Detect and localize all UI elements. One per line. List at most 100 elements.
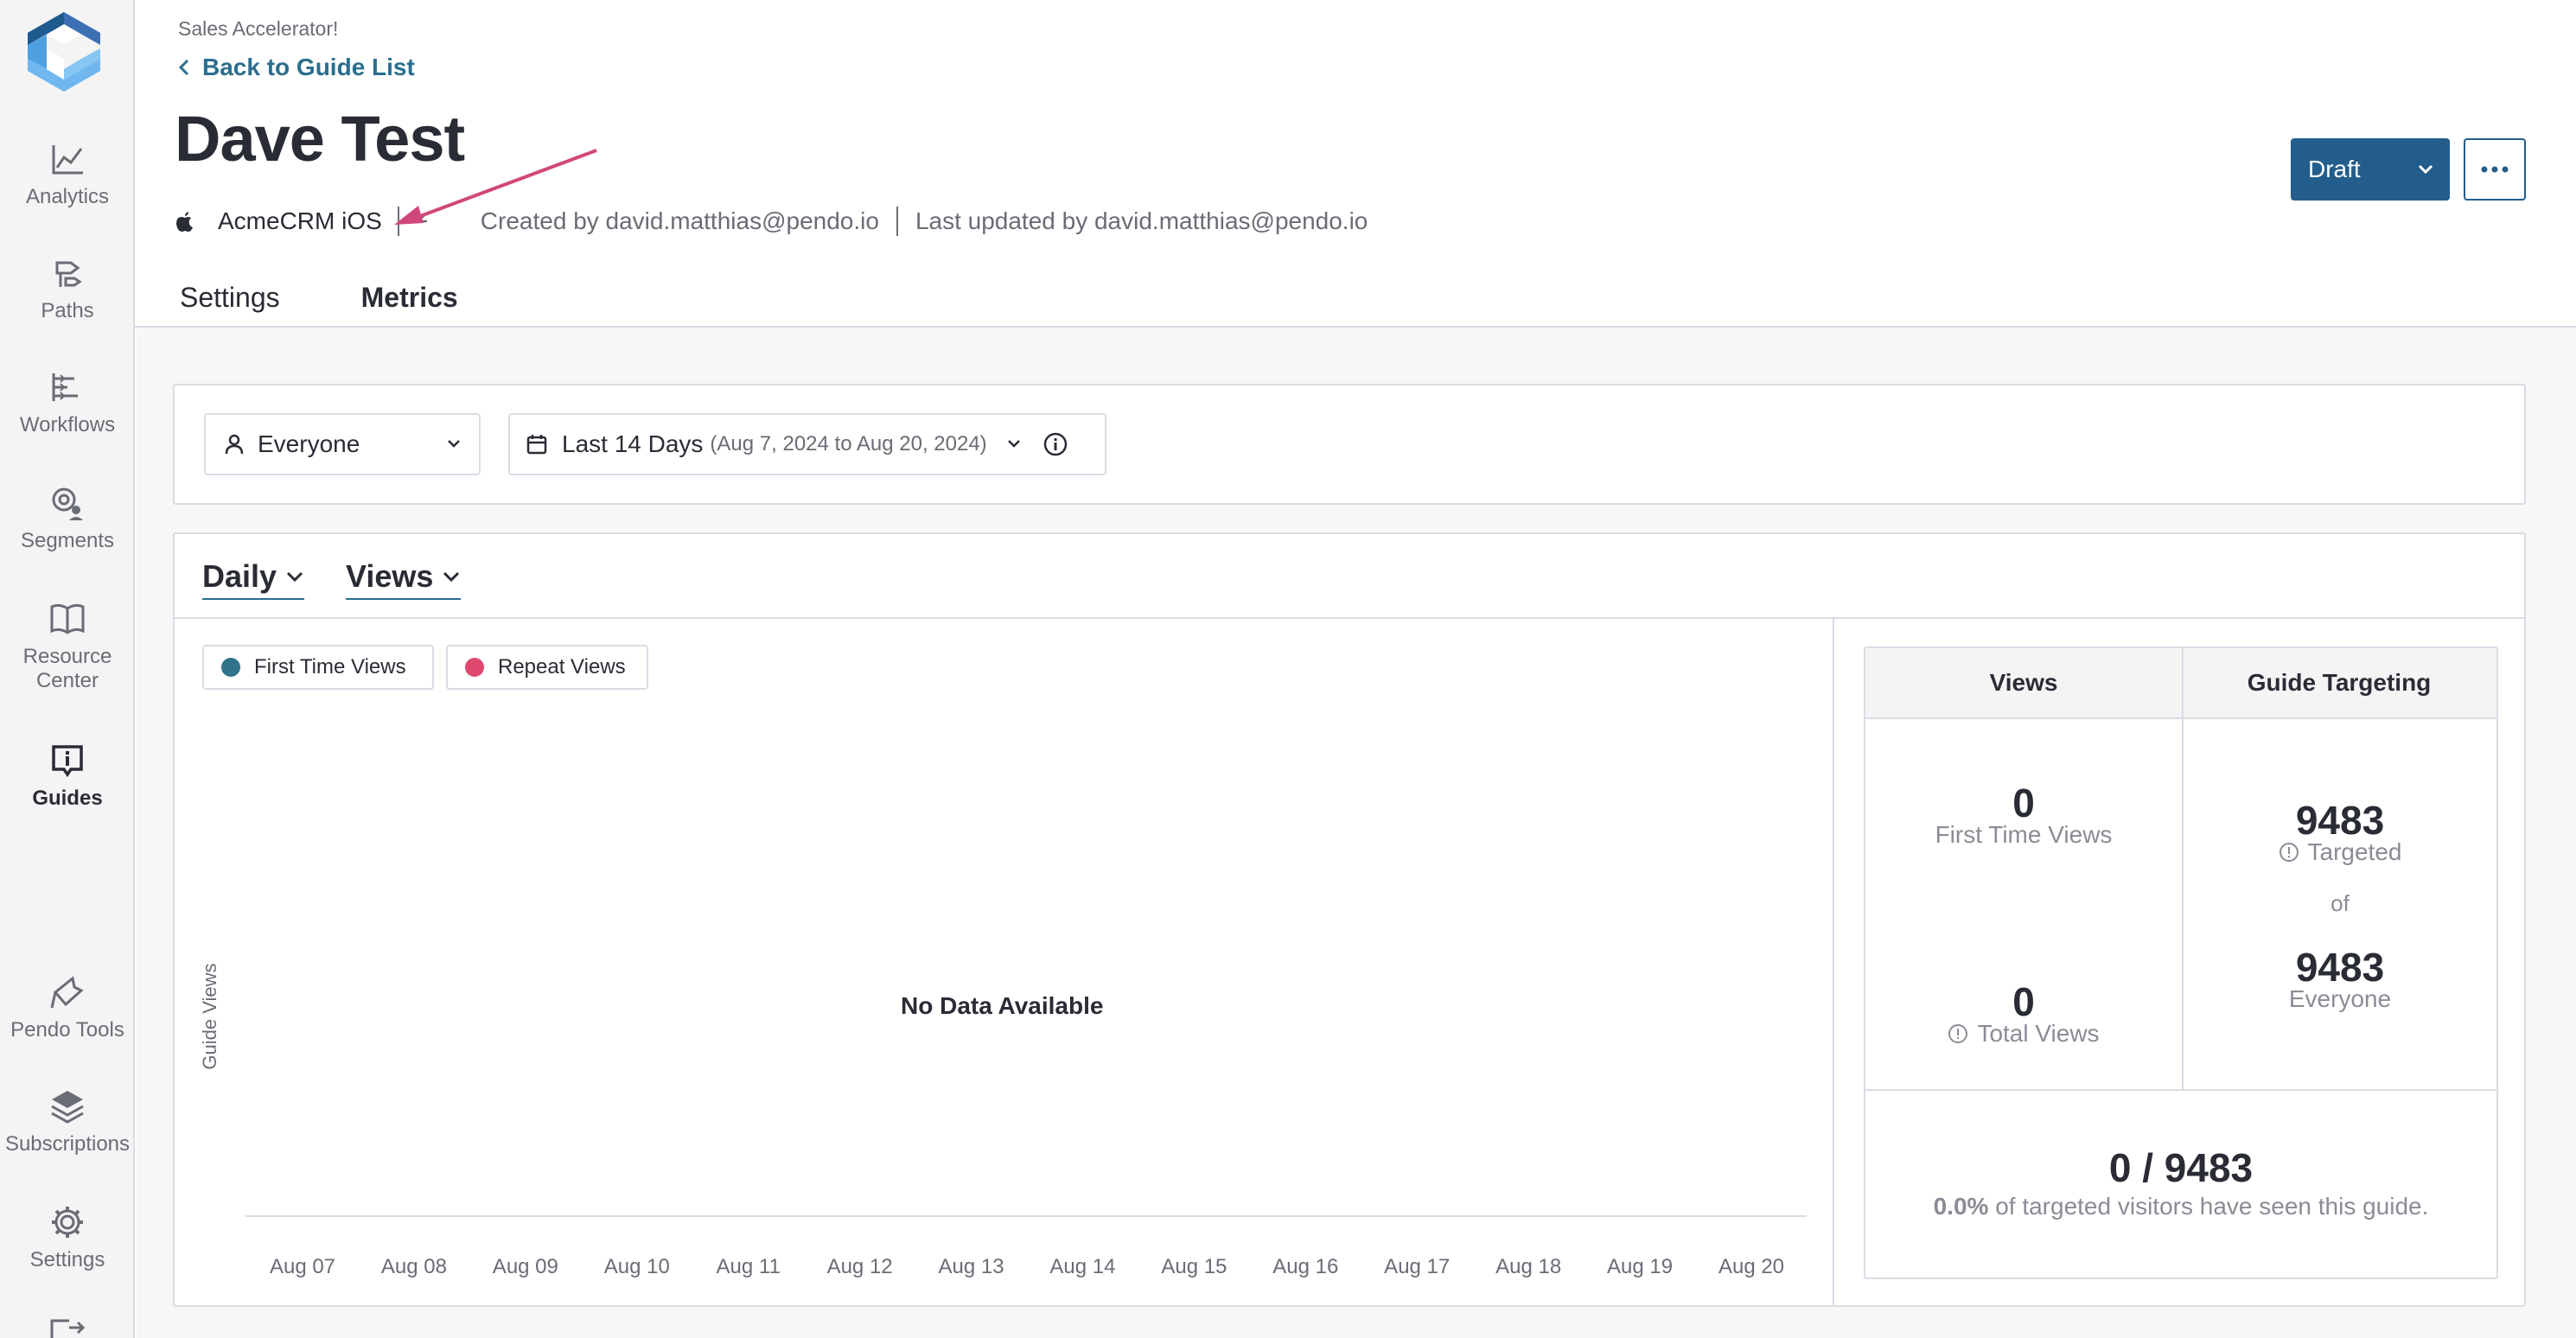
total-views-label: Total Views bbox=[1865, 1020, 2182, 1048]
legend-repeat-views[interactable]: Repeat Views bbox=[446, 645, 648, 690]
x-tick-label: Aug 10 bbox=[603, 1255, 670, 1278]
measure-label: Views bbox=[346, 558, 434, 594]
of-label: of bbox=[2331, 890, 2350, 916]
back-to-guide-list-link[interactable]: Back to Guide List bbox=[178, 54, 415, 81]
x-tick-label: Aug 16 bbox=[1272, 1255, 1339, 1278]
segment-value: Everyone bbox=[258, 430, 360, 457]
first-time-views-value: 0 bbox=[2012, 780, 2035, 825]
info-icon[interactable] bbox=[1948, 1023, 1968, 1044]
divider bbox=[397, 207, 399, 236]
views-column-header: Views bbox=[1865, 648, 2182, 719]
info-icon[interactable] bbox=[2279, 842, 2299, 863]
tab-metrics[interactable]: Metrics bbox=[359, 277, 460, 333]
views-chart: First Time Views Repeat Views Guide View… bbox=[175, 619, 1834, 1305]
targeted-value: 9483 bbox=[2295, 798, 2385, 843]
sidebar-item-label: Guides bbox=[32, 787, 103, 810]
sidebar-item-resource-center[interactable]: Resource Center bbox=[0, 600, 135, 693]
everyone-label: Everyone bbox=[2288, 985, 2392, 1012]
more-options-button[interactable] bbox=[2464, 138, 2526, 201]
first-time-views-label: First Time Views bbox=[1935, 821, 2113, 848]
tab-settings[interactable]: Settings bbox=[178, 277, 282, 333]
layers-icon bbox=[51, 1091, 84, 1124]
legend-label: First Time Views bbox=[254, 655, 406, 679]
paths-icon bbox=[55, 261, 82, 287]
guides-icon bbox=[52, 745, 83, 778]
x-tick-label: Aug 15 bbox=[1161, 1255, 1227, 1278]
segment-select[interactable]: Everyone bbox=[204, 413, 481, 475]
sidebar-item-segments[interactable]: Segments bbox=[0, 484, 135, 553]
sidebar-item-guides[interactable]: Guides bbox=[0, 742, 135, 811]
x-tick-label: Aug 13 bbox=[938, 1255, 1004, 1278]
legend-dot bbox=[465, 658, 484, 677]
measure-dropdown[interactable]: Views bbox=[346, 558, 462, 600]
legend-dot bbox=[221, 658, 240, 677]
guide-meta: AcmeCRM iOS Created by david.matthias@pe… bbox=[175, 206, 1368, 237]
x-tick-label: Aug 14 bbox=[1049, 1255, 1116, 1278]
chevron-down-icon bbox=[448, 440, 460, 448]
x-tick-label: Aug 19 bbox=[1607, 1255, 1674, 1278]
back-link-label: Back to Guide List bbox=[202, 54, 415, 80]
sidebar-item-label: Pendo Tools bbox=[10, 1018, 124, 1042]
date-range-select[interactable]: Last 14 Days (Aug 7, 2024 to Aug 20, 202… bbox=[508, 413, 1106, 475]
info-icon[interactable] bbox=[1043, 431, 1068, 457]
summary-percent: 0.0% bbox=[1933, 1193, 1989, 1220]
targeting-column-header: Guide Targeting bbox=[2182, 648, 2496, 719]
summary-ratio: 0 / 9483 bbox=[2108, 1145, 2254, 1190]
sidebar-item-label: Paths bbox=[41, 299, 94, 322]
metrics-card: Daily Views First Time Views Repeat View… bbox=[173, 532, 2526, 1307]
gear-icon bbox=[52, 1207, 83, 1238]
sidebar-item-pendo-tools[interactable]: Pendo Tools bbox=[0, 973, 135, 1042]
x-tick-label: Aug 20 bbox=[1718, 1255, 1785, 1278]
sidebar-item-workflows[interactable]: Workflows bbox=[0, 368, 135, 437]
sidebar-item-label: Resource Center bbox=[22, 645, 112, 692]
logout-icon[interactable] bbox=[48, 1317, 86, 1338]
segments-icon bbox=[52, 487, 83, 520]
interval-label: Daily bbox=[202, 558, 277, 594]
status-dropdown-button[interactable]: Draft bbox=[2291, 138, 2450, 201]
divider bbox=[896, 207, 898, 236]
page-title: Dave Test bbox=[175, 103, 465, 175]
status-label: Draft bbox=[2308, 156, 2361, 182]
book-icon bbox=[50, 603, 85, 634]
user-icon bbox=[225, 434, 244, 455]
workflows-icon bbox=[52, 373, 78, 401]
sidebar-item-label: Settings bbox=[29, 1248, 105, 1271]
sidebar-item-subscriptions[interactable]: Subscriptions bbox=[0, 1087, 135, 1156]
total-views-value: 0 bbox=[2012, 979, 2035, 1024]
sidebar-item-label: Analytics bbox=[25, 185, 110, 208]
x-tick-label: Aug 09 bbox=[492, 1255, 558, 1278]
guide-stats-table: Views Guide Targeting 0 First Time Views… bbox=[1864, 647, 2498, 1279]
analytics-icon bbox=[52, 145, 83, 175]
x-axis bbox=[245, 1215, 1807, 1217]
targeted-label: Targeted bbox=[2182, 838, 2498, 866]
everyone-value: 9483 bbox=[2295, 945, 2385, 990]
pendo-logo[interactable] bbox=[21, 9, 107, 95]
tab-bar: Settings Metrics bbox=[178, 277, 538, 333]
calendar-icon bbox=[526, 435, 547, 455]
sidebar: Analytics Paths Workflows Segments Resou… bbox=[0, 0, 135, 1338]
sidebar-item-paths[interactable]: Paths bbox=[0, 254, 135, 323]
sidebar-item-settings[interactable]: Settings bbox=[0, 1203, 135, 1272]
apple-icon bbox=[176, 212, 193, 232]
legend-label: Repeat Views bbox=[498, 655, 626, 679]
x-tick-label: Aug 12 bbox=[826, 1255, 893, 1278]
x-tick-label: Aug 08 bbox=[380, 1255, 447, 1278]
summary-text: 0.0% of targeted visitors have seen this… bbox=[1865, 1193, 2496, 1220]
sidebar-item-label: Segments bbox=[20, 529, 115, 552]
created-by: Created by david.matthias@pendo.io bbox=[480, 207, 879, 234]
sidebar-item-analytics[interactable]: Analytics bbox=[0, 140, 135, 209]
date-range-detail: (Aug 7, 2024 to Aug 20, 2024) bbox=[710, 432, 987, 456]
sidebar-item-label: Workflows bbox=[19, 413, 116, 436]
breadcrumb[interactable]: Sales Accelerator! bbox=[178, 17, 338, 41]
date-range-value: Last 14 Days bbox=[562, 430, 704, 457]
sidebar-item-label: Subscriptions bbox=[4, 1132, 131, 1156]
empty-state-message: No Data Available bbox=[901, 992, 1104, 1019]
chevron-down-icon bbox=[443, 571, 460, 583]
x-tick-label: Aug 11 bbox=[716, 1255, 781, 1278]
updated-by: Last updated by david.matthias@pendo.io bbox=[915, 207, 1368, 234]
filter-bar: Everyone Last 14 Days (Aug 7, 2024 to Au… bbox=[173, 384, 2526, 505]
x-tick-label: Aug 18 bbox=[1495, 1255, 1562, 1278]
interval-dropdown[interactable]: Daily bbox=[202, 558, 305, 600]
legend-first-time-views[interactable]: First Time Views bbox=[202, 645, 434, 690]
chevron-down-icon bbox=[286, 571, 303, 583]
